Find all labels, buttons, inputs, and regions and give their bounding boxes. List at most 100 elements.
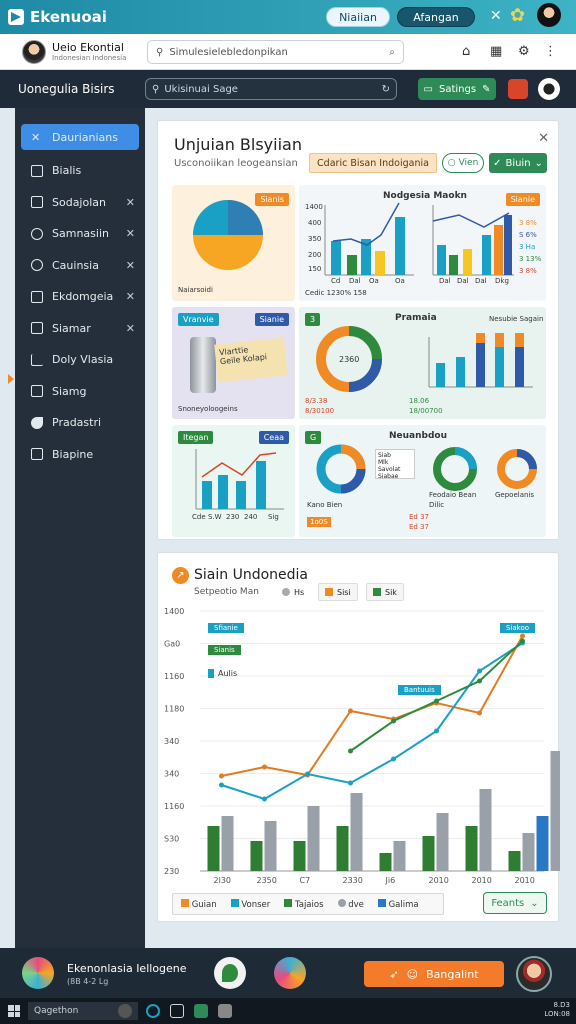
dropdown-button[interactable]: ✓ Biuin ⌄ xyxy=(489,153,547,173)
close-icon[interactable]: ✕ xyxy=(126,259,135,272)
sidebar-item-4[interactable]: Cauinsia ✕ xyxy=(15,250,145,282)
grid-icon[interactable]: ▦ xyxy=(490,44,502,59)
sidebar-item-7[interactable]: Doly Vlasia xyxy=(15,344,145,376)
refresh-icon: ↻ xyxy=(381,83,390,95)
close-icon[interactable]: ✕ xyxy=(490,8,502,24)
legend-item[interactable]: dve xyxy=(337,898,364,910)
trend-chart-card: ↗ Siain Undonedia Setpeotio Man Hs Sisi … xyxy=(157,552,560,922)
series-point xyxy=(348,780,353,786)
donut-caption: Feodaio Bean xyxy=(429,491,477,499)
bar-mark xyxy=(465,826,478,871)
avatar[interactable] xyxy=(516,956,552,992)
alert-icon[interactable] xyxy=(508,79,528,99)
view-toggle[interactable]: ○ Vien xyxy=(442,153,484,173)
line-tile[interactable]: Itegan Ceaa Cde S.W 230 240 Sig xyxy=(172,425,295,537)
points-dropdown-button[interactable]: Feants ⌄ xyxy=(483,892,547,914)
sidebar-item-10[interactable]: Biapine xyxy=(15,439,145,471)
axis-tick: 1400 xyxy=(305,203,323,211)
app-icon[interactable] xyxy=(194,1004,208,1018)
record-icon[interactable] xyxy=(538,78,560,100)
app-logo-icon[interactable] xyxy=(22,957,54,989)
sidebar-item-1[interactable]: Bialis xyxy=(15,155,145,187)
legend-item-hs[interactable]: Hs xyxy=(276,583,310,601)
legend-item-sisi[interactable]: Sisi xyxy=(318,583,358,601)
close-icon[interactable]: ✕ xyxy=(126,322,135,335)
settings-icon[interactable] xyxy=(118,1004,132,1018)
close-icon[interactable]: ✕ xyxy=(126,290,135,303)
dock-subtitle: (8B 4-2 Lg xyxy=(67,977,109,986)
profile-icon[interactable] xyxy=(537,3,561,27)
cortana-icon[interactable] xyxy=(146,1004,160,1018)
legend-item-sik[interactable]: Sik xyxy=(366,583,404,601)
app-icon[interactable] xyxy=(218,1004,232,1018)
donut-tile[interactable]: 3 Pramaia Nesubie Sagain 2360 8/3.38 8/3… xyxy=(299,307,546,419)
bar-mark xyxy=(515,347,524,387)
brand[interactable]: Ekenuoai xyxy=(8,8,107,26)
sidebar-item-3[interactable]: Samnasiin ✕ xyxy=(15,218,145,250)
filter-chip[interactable]: Cdaric Bisan Indoigania xyxy=(309,153,437,173)
multi-donut-tile[interactable]: G Neuanbdou Siab Mlk Savolat Siabae Kano… xyxy=(299,425,546,537)
sidebar-item-label: Samnasiin xyxy=(52,227,109,241)
bar-mark xyxy=(347,255,357,275)
bar-mark xyxy=(256,461,266,509)
close-icon[interactable]: ✕ xyxy=(126,227,135,240)
legend-item[interactable]: Guian xyxy=(181,898,217,910)
brand-name: Ekenuoai xyxy=(30,8,107,26)
flower-icon[interactable]: ✿ xyxy=(510,5,525,26)
axis-tick: Cd xyxy=(331,277,341,285)
bar-tile[interactable]: Nodgesia Maokn Sianie 1400 400 350 200 1… xyxy=(299,185,546,301)
bar-mark xyxy=(504,215,512,275)
axis-tick: Oa xyxy=(369,277,379,285)
sidebar-item-0[interactable]: ✕ Daurianians xyxy=(21,124,139,150)
brand-logo-icon xyxy=(8,9,24,25)
primary-action-button[interactable]: ➶ ☺ Bangalint xyxy=(364,961,504,987)
start-icon[interactable] xyxy=(8,1005,20,1017)
bar-mark xyxy=(264,821,277,871)
bar-mark xyxy=(331,241,341,275)
sidebar-item-label: Doly Vlasia xyxy=(52,353,114,367)
pencil-icon[interactable] xyxy=(274,957,306,989)
series-point xyxy=(477,710,482,716)
legend-label: Galima xyxy=(388,899,419,910)
pie-tile[interactable]: Sianis Naiarsoidi xyxy=(172,185,295,301)
leaf-icon[interactable] xyxy=(214,957,246,989)
donut-footer: Ed 37 xyxy=(409,513,429,521)
donut-caption: Dilic xyxy=(429,501,445,509)
legend-item: Siabae xyxy=(378,473,399,480)
sidebar-item-5[interactable]: Ekdomgeia ✕ xyxy=(15,281,145,313)
chevron-down-icon: ⌄ xyxy=(530,897,539,909)
top-tab-2[interactable]: Afangan xyxy=(397,7,475,27)
top-tab-1[interactable]: Niaiian xyxy=(326,7,390,27)
legend-item[interactable]: Vonser xyxy=(230,898,270,910)
dashboard-icon: ✕ xyxy=(31,131,41,144)
search-input[interactable]: ⚲ Simulesielebledonpikan ⌕ xyxy=(147,40,404,64)
sidebar-item-8[interactable]: Siamg xyxy=(15,376,145,408)
bar-mark xyxy=(218,475,228,509)
close-icon[interactable]: ✕ xyxy=(126,196,135,209)
more-icon[interactable]: ⋮ xyxy=(544,44,557,59)
legend-item[interactable]: Galima xyxy=(377,898,419,910)
brand-bar: Ekenuoai Niaiian Afangan ✕ ✿ xyxy=(0,0,576,34)
magnifier-icon: ⌕ xyxy=(389,46,395,58)
gear-icon[interactable]: ⚙ xyxy=(518,44,530,59)
note-tile[interactable]: Vranvie Sianie Vlarttie Geile Kolapi Sno… xyxy=(172,307,295,419)
series-point xyxy=(391,718,396,724)
system-clock: 8.D3 LON:08 xyxy=(544,1001,570,1019)
home-icon[interactable]: ⌂ xyxy=(462,44,470,59)
donut-footer: 8/3.38 xyxy=(305,397,328,405)
save-button[interactable]: ▭ Satings ✎ xyxy=(418,78,496,100)
sidebar-item-6[interactable]: Siamar ✕ xyxy=(15,313,145,345)
legend-item[interactable]: Tajaios xyxy=(284,898,324,910)
task-view-icon[interactable] xyxy=(170,1004,184,1018)
sidebar-item-label: Biapine xyxy=(52,447,94,461)
donut-segment xyxy=(516,449,537,470)
axis-tick: 230 xyxy=(226,513,240,521)
app-search-input[interactable]: ⚲ Ukisinuai Sage ↻ xyxy=(145,78,397,100)
axis-tick: S.W xyxy=(208,513,222,521)
save-label: Satings xyxy=(438,83,477,95)
sidebar-item-2[interactable]: Sodajolan ✕ xyxy=(15,187,145,219)
sidebar-item-9[interactable]: Pradastri xyxy=(15,407,145,439)
avatar[interactable] xyxy=(22,40,46,64)
badge: 1o0S xyxy=(307,517,331,527)
close-icon[interactable]: ✕ xyxy=(538,131,549,146)
